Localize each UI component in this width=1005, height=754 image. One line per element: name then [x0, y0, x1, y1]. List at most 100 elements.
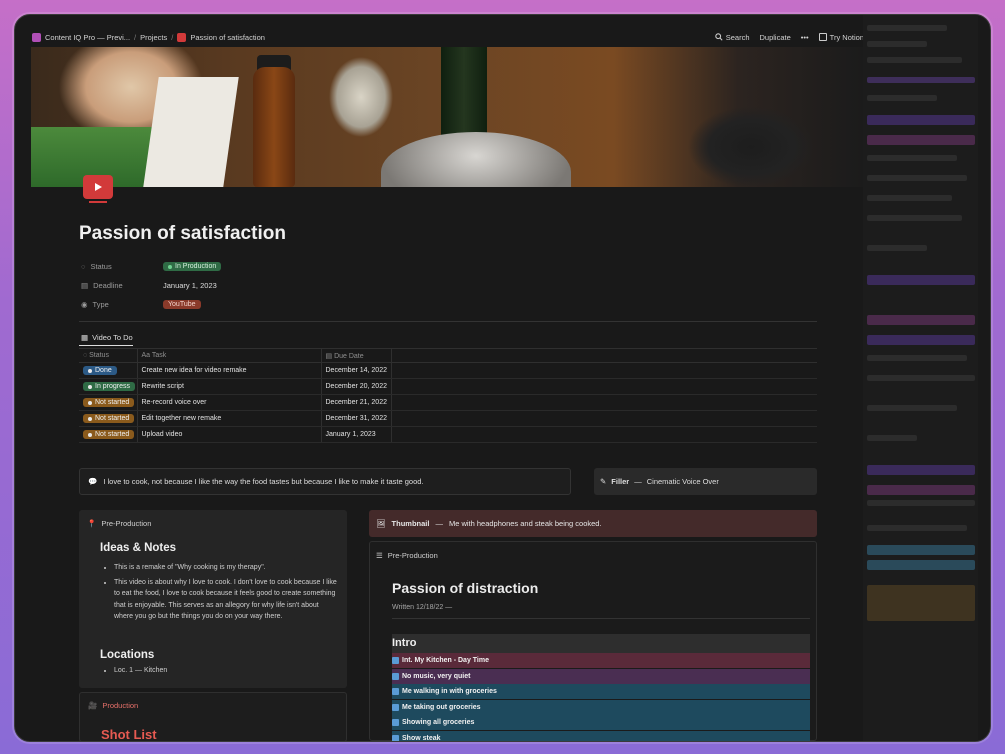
due-date-cell[interactable]: January 1, 2023: [320, 426, 391, 443]
table-row[interactable]: Done Create new idea for video remake Dece…: [79, 362, 817, 379]
database-tab[interactable]: ▦ Video To Do: [79, 333, 133, 346]
status-cell[interactable]: In progress: [79, 378, 137, 395]
database-title: Video To Do: [92, 333, 133, 342]
more-options-button[interactable]: •••: [801, 33, 809, 42]
due-date-cell[interactable]: December 21, 2022: [320, 394, 391, 411]
speech-bubble-icon: 💬: [88, 477, 98, 486]
status-dot: [88, 400, 92, 405]
page-icon[interactable]: [83, 175, 113, 203]
filler-label: Filler: [611, 477, 630, 486]
scene-icon: [392, 672, 399, 680]
status-badge[interactable]: In progress: [83, 382, 136, 391]
app-window: Content IQ Pro — Previ... / Projects / P…: [14, 14, 991, 742]
task-cell[interactable]: Edit together new remake: [136, 410, 321, 427]
property-status[interactable]: ◌ Status In Production: [81, 257, 222, 276]
shot-list-heading[interactable]: Shot List: [101, 727, 157, 741]
scene-text: Me taking out groceries: [402, 703, 481, 711]
property-type[interactable]: ◉ Type YouTube: [81, 295, 221, 314]
thumbnail-callout[interactable]: 🖼 Thumbnail — Me with headphones and ste…: [369, 510, 817, 537]
status-cell[interactable]: Not started: [79, 426, 137, 443]
status-value: Not started: [95, 415, 130, 422]
script-title[interactable]: Passion of distraction: [392, 580, 538, 596]
separator: —: [634, 477, 642, 486]
preproduction-header[interactable]: 📍 Pre-Production: [87, 519, 151, 528]
task-cell[interactable]: Upload video: [136, 426, 321, 443]
notion-logo-icon: [818, 33, 827, 41]
due-date-cell[interactable]: December 14, 2022: [320, 362, 391, 379]
breadcrumb: Content IQ Pro — Previ... / Projects / P…: [32, 32, 715, 42]
scene-icon: [392, 734, 399, 741]
breadcrumb-projects[interactable]: Projects: [140, 33, 167, 42]
status-badge[interactable]: Not started: [83, 414, 135, 423]
breadcrumb-separator: /: [134, 32, 137, 42]
property-deadline[interactable]: ▤ Deadline January 1, 2023: [81, 276, 221, 295]
scene-text: Me walking in with groceries: [402, 688, 497, 695]
status-badge[interactable]: In Production: [163, 262, 222, 271]
card-title: Pre-Production: [387, 551, 438, 560]
production-card: 🎥 Production Shot List: [79, 692, 347, 741]
production-header[interactable]: 🎥 Production: [88, 701, 138, 710]
status-badge[interactable]: Not started: [83, 430, 135, 439]
status-cell[interactable]: Not started: [79, 410, 137, 427]
column-header-empty: [390, 348, 817, 363]
scene-item[interactable]: Showing all groceries: [392, 715, 810, 730]
column-header-status[interactable]: ◌ Status: [79, 348, 137, 363]
filler-callout[interactable]: ✎ Filler — Cinematic Voice Over: [594, 468, 817, 495]
empty-cell: [390, 378, 817, 395]
property-label: Status: [90, 262, 112, 271]
scene-item[interactable]: Int. My Kitchen - Day Time: [392, 653, 810, 668]
status-cell[interactable]: Not started: [79, 394, 137, 411]
column-header-task[interactable]: Aa Task: [136, 348, 321, 363]
status-badge[interactable]: Done: [83, 366, 117, 375]
script-header[interactable]: ☰ Pre-Production: [376, 551, 438, 560]
divider: [79, 321, 817, 322]
property-label: Deadline: [93, 281, 123, 290]
ideas-heading[interactable]: Ideas & Notes: [100, 542, 176, 554]
task-cell[interactable]: Create new idea for video remake: [136, 362, 321, 379]
cover-detail: [381, 132, 571, 187]
type-badge[interactable]: YouTube: [163, 300, 201, 309]
breadcrumb-workspace[interactable]: Content IQ Pro — Previ...: [45, 33, 130, 42]
intro-heading[interactable]: Intro: [392, 634, 810, 653]
workspace-icon: [32, 32, 41, 42]
status-cell[interactable]: Done: [79, 362, 137, 379]
duplicate-button[interactable]: Duplicate: [760, 33, 791, 42]
scene-text: Showing all groceries: [402, 719, 475, 726]
list-item[interactable]: Loc. 1 — Kitchen: [114, 667, 167, 674]
list-edit-icon: ☰: [376, 551, 383, 560]
background-window: [863, 15, 978, 741]
scene-item[interactable]: No music, very quiet: [392, 668, 810, 684]
table-row[interactable]: Not started Upload video January 1, 2023: [79, 426, 817, 443]
topbar: Content IQ Pro — Previ... / Projects / P…: [32, 27, 864, 47]
select-icon: ◉: [81, 300, 88, 309]
calendar-icon: ▤: [325, 352, 335, 360]
column-label: Task: [151, 352, 167, 359]
table-row[interactable]: In progress Rewrite script December 20, 20…: [79, 378, 817, 395]
scene-item[interactable]: Me walking in with groceries: [392, 684, 810, 699]
property-label: Type: [92, 300, 109, 309]
due-date-cell[interactable]: December 31, 2022: [320, 410, 391, 427]
table-row[interactable]: Not started Re-record voice over December …: [79, 394, 817, 411]
due-date-cell[interactable]: December 20, 2022: [320, 378, 391, 395]
column-header-due-date[interactable]: ▤ Due Date: [320, 348, 391, 363]
status-dot: [88, 368, 92, 373]
breadcrumb-current-page[interactable]: Passion of satisfaction: [190, 33, 265, 42]
task-cell[interactable]: Re-record voice over: [136, 394, 321, 411]
page-title[interactable]: Passion of satisfaction: [79, 223, 286, 245]
cover-detail: [253, 67, 295, 187]
text-icon: Aa: [141, 352, 152, 359]
list-item[interactable]: This video is about why I love to cook. …: [114, 577, 339, 623]
search-button[interactable]: Search: [715, 33, 750, 42]
scene-text: Int. My Kitchen - Day Time: [402, 657, 489, 664]
list-item[interactable]: This is a remake of "Why cooking is my t…: [114, 562, 339, 574]
quote-callout[interactable]: 💬 I love to cook, not because I like the…: [79, 468, 571, 495]
script-card: ☰ Pre-Production Passion of distraction …: [369, 541, 817, 741]
try-notion-button[interactable]: Try Notion: [818, 33, 864, 42]
status-badge[interactable]: Not started: [83, 398, 135, 407]
table-row[interactable]: Not started Edit together new remake Decem…: [79, 410, 817, 427]
properties: ◌ Status In Production ▤ Deadline January …: [81, 257, 222, 314]
locations-heading[interactable]: Locations: [100, 649, 154, 661]
scene-item[interactable]: Show steak: [392, 730, 810, 741]
task-cell[interactable]: Rewrite script: [136, 378, 321, 395]
scene-item[interactable]: Me taking out groceries: [392, 699, 810, 715]
